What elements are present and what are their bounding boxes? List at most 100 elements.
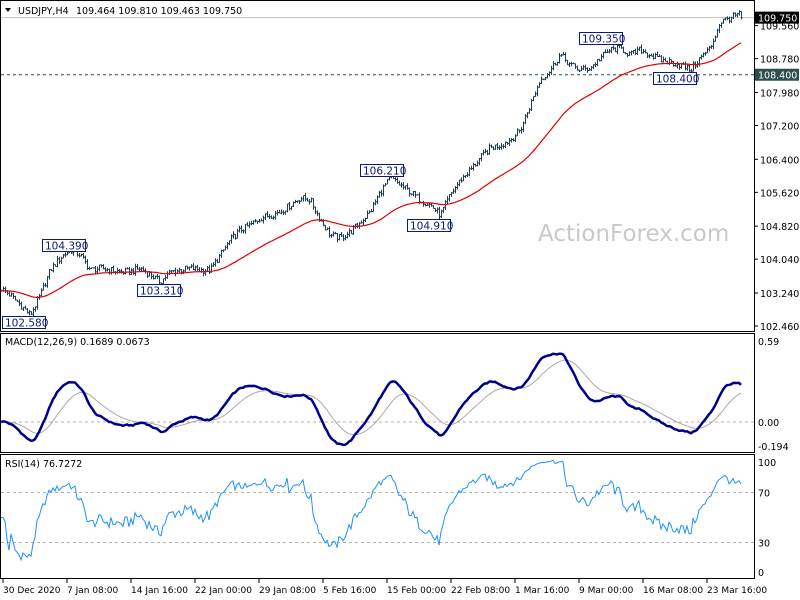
price-bar (206, 266, 209, 272)
price-bar (326, 227, 329, 231)
price-bar (718, 24, 721, 33)
price-bar (428, 202, 431, 208)
price-bar (400, 182, 403, 188)
price-bar (166, 271, 169, 279)
price-bar (116, 267, 119, 275)
price-bar (40, 288, 43, 297)
x-tick-label: 14 Jan 16:00 (131, 586, 188, 596)
price-bar (134, 263, 137, 276)
annotation-label: 103.310 (140, 286, 183, 298)
price-bar (662, 56, 665, 63)
price-bar (330, 233, 333, 238)
rsi-line (1, 459, 742, 562)
price-bar (612, 45, 615, 51)
price-bar (208, 264, 211, 275)
chart-header: USDJPY,H4 109.464 109.810 109.463 109.75… (5, 6, 242, 17)
price-bar (568, 62, 571, 67)
price-bar (372, 201, 375, 213)
price-bar (338, 234, 341, 241)
x-tick-label: 22 Jan 00:00 (195, 586, 252, 596)
price-bar (406, 183, 409, 190)
price-bar (332, 231, 335, 237)
price-bar (486, 149, 489, 156)
price-bar (554, 62, 557, 66)
price-bar (632, 49, 635, 54)
price-bar (572, 62, 575, 65)
rsi-tick-label: 70 (758, 489, 770, 500)
chart-canvas: ActionForex.com 102.580 104.390 103.310 106… (0, 0, 799, 596)
price-bar (516, 128, 519, 137)
dropdown-triangle-icon[interactable] (5, 8, 11, 12)
price-bar (702, 52, 705, 58)
price-bar (534, 91, 537, 98)
price-bar (506, 141, 509, 145)
price-bar (184, 265, 187, 272)
price-bar (218, 253, 221, 263)
price-bar (222, 249, 225, 253)
price-bar (440, 209, 443, 219)
price-bar (640, 44, 643, 54)
price-bar (544, 76, 547, 81)
price-bar (344, 234, 347, 241)
price-bar (278, 209, 281, 214)
price-bar (346, 231, 349, 239)
price-bar (172, 270, 175, 272)
price-bar (498, 145, 501, 150)
price-bar (290, 205, 293, 211)
price-bar (738, 10, 741, 16)
price-bar (16, 299, 19, 303)
price-bar (266, 211, 269, 218)
price-bar (138, 266, 141, 272)
price-bar (154, 275, 157, 280)
price-bar (422, 200, 425, 207)
price-bar (268, 214, 271, 220)
price-bar (264, 213, 267, 221)
price-bar (628, 51, 631, 57)
price-bar (254, 219, 257, 223)
price-bar (644, 49, 647, 54)
price-bar (100, 264, 103, 268)
price-bar (342, 234, 345, 242)
last-price-badge: 109.750 (755, 11, 799, 25)
price-bar (642, 48, 645, 54)
price-bar (4, 286, 7, 294)
price-bar (164, 275, 167, 281)
price-bar (736, 12, 739, 18)
price-bar (140, 267, 143, 272)
price-bar (512, 138, 515, 142)
price-bar (158, 275, 161, 286)
price-bar (82, 253, 85, 259)
price-bar (496, 142, 499, 150)
price-bar (262, 215, 265, 224)
price-bar (196, 264, 199, 271)
price-bar (522, 121, 525, 133)
rsi-tick-label: 100 (758, 458, 776, 469)
y-tick-label: 104.040 (760, 255, 799, 266)
price-bar (576, 65, 579, 71)
price-bar (454, 186, 457, 194)
price-bar (98, 264, 101, 272)
macd-tick-label: -0.194 (758, 442, 789, 453)
price-bar (624, 52, 627, 55)
price-bar (304, 192, 307, 202)
price-bar (580, 65, 583, 72)
price-bar (22, 306, 25, 311)
price-bar (734, 12, 737, 17)
price-annotation: 106.210 (360, 164, 406, 178)
price-bar (410, 193, 413, 196)
price-bar (492, 146, 495, 151)
price-bar (52, 262, 55, 273)
price-bar (292, 201, 295, 208)
price-bar (456, 182, 459, 190)
price-bar (536, 85, 539, 97)
price-bar (386, 178, 389, 185)
price-bar (726, 16, 729, 21)
price-bar (578, 69, 581, 73)
price-bar (694, 61, 697, 70)
price-bar (126, 267, 129, 270)
price-bar (474, 163, 477, 167)
price-bar (350, 230, 353, 235)
price-bar (622, 46, 625, 54)
x-tick-label: 30 Dec 2020 (3, 586, 61, 596)
price-bar (676, 61, 679, 69)
